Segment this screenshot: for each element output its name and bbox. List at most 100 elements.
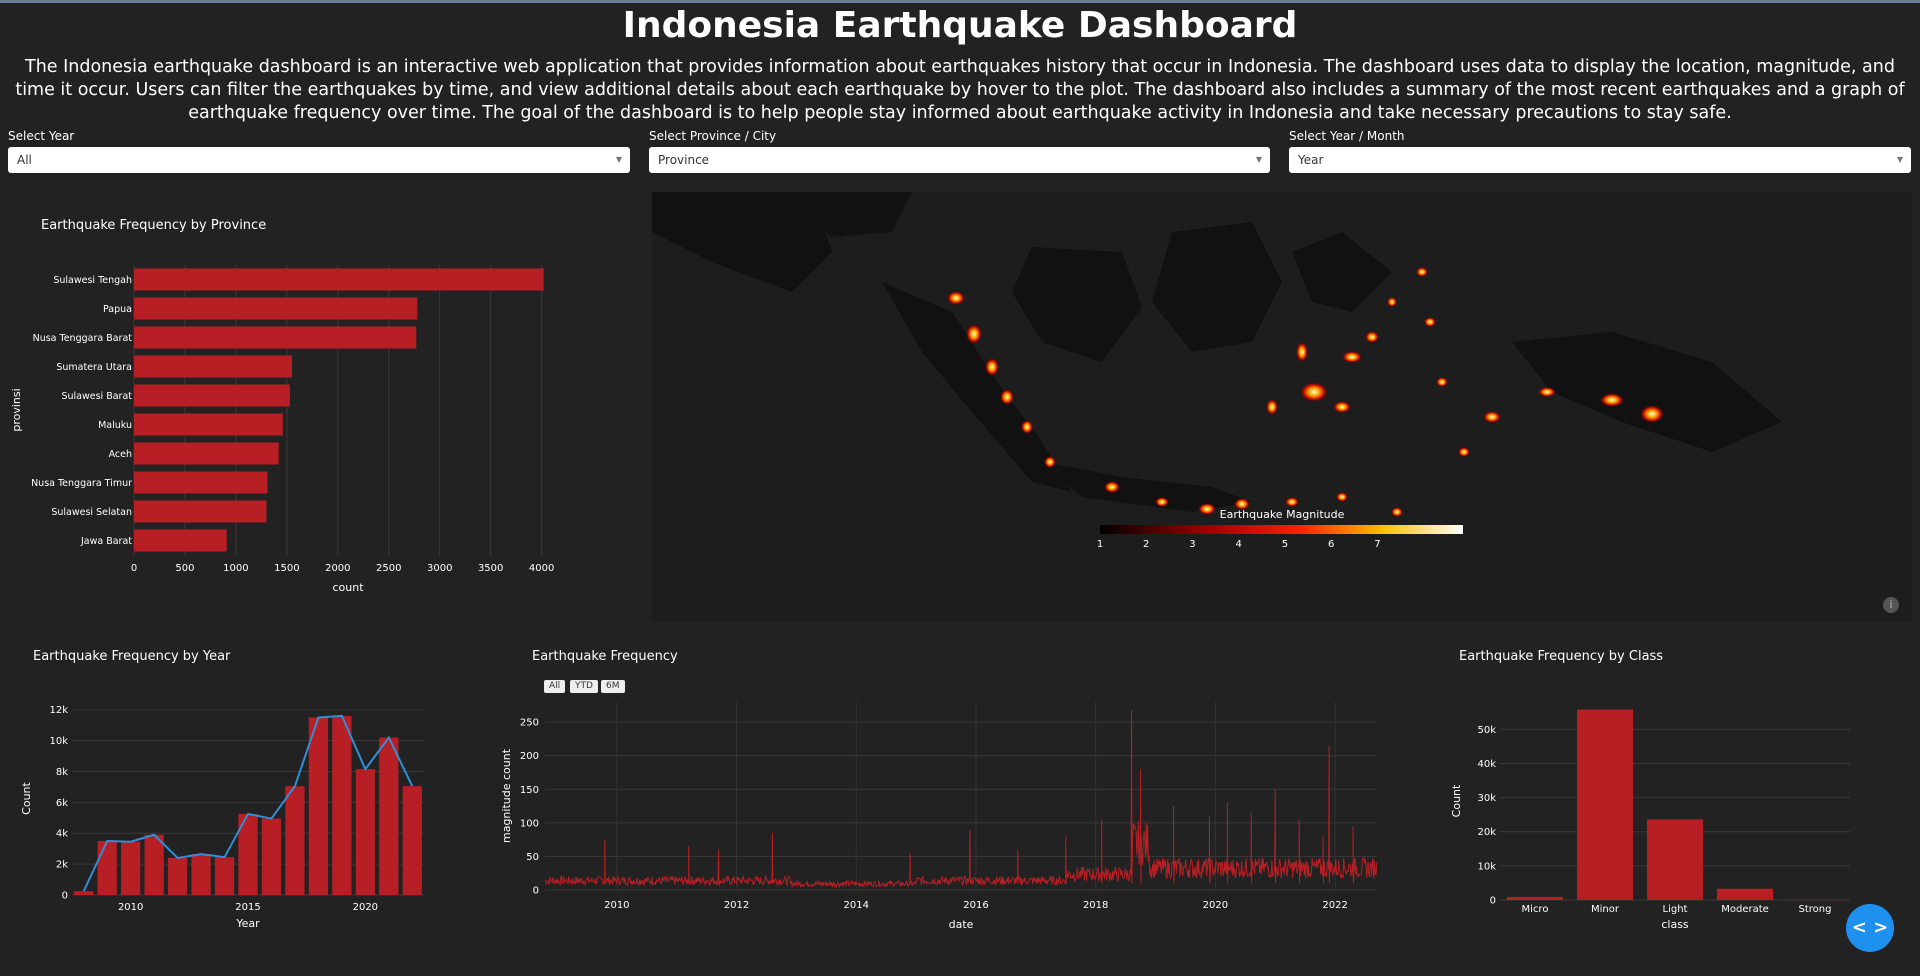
y-tick-label: 30k	[1477, 793, 1496, 804]
bar	[355, 769, 375, 895]
page-description: The Indonesia earthquake dashboard is an…	[15, 57, 1905, 123]
bar	[134, 326, 417, 349]
colorbar-tick-label: 1	[1097, 539, 1103, 550]
bar	[144, 834, 164, 895]
y-axis-label: provinsi	[10, 388, 23, 431]
y-tick-label: 20k	[1477, 827, 1496, 838]
y-tick-label: 100	[520, 818, 539, 829]
y-tick-label: 0	[1490, 896, 1496, 907]
colorbar-tick-label: 2	[1143, 539, 1149, 550]
bar	[121, 841, 141, 895]
y-tick-label: 0	[533, 886, 539, 897]
bar	[261, 818, 282, 895]
year-select[interactable]: All ▼	[8, 147, 630, 173]
code-icon: < >	[1851, 917, 1889, 938]
x-tick-label: 2015	[235, 902, 260, 913]
category-label: Light	[1663, 904, 1688, 915]
y-axis-label: magnitude count	[500, 748, 513, 843]
info-icon[interactable]: i	[1883, 597, 1899, 613]
y-tick-label: 10k	[1477, 861, 1496, 872]
year-bar-chart[interactable]: 0 2k 4k 6k 8k 10k 12k 2010 2015 2020 Year Count	[0, 680, 440, 940]
y-tick-label: 8k	[56, 767, 68, 778]
code-toggle-button[interactable]: < >	[1846, 904, 1894, 952]
category-label: Aceh	[109, 449, 132, 460]
bar	[285, 786, 305, 895]
chevron-down-icon: ▼	[1255, 155, 1262, 164]
bar	[134, 384, 290, 407]
y-tick-label: 250	[520, 718, 539, 729]
bar	[134, 500, 267, 523]
colorbar-tick-label: 5	[1282, 539, 1288, 550]
colorbar-tick-label: 6	[1328, 539, 1334, 550]
category-label: Minor	[1591, 904, 1620, 915]
y-tick-label: 50k	[1477, 725, 1496, 736]
y-tick-label: 150	[520, 785, 539, 796]
x-tick-label: 2014	[844, 900, 869, 911]
year-filter-label: Select Year	[8, 129, 75, 143]
x-tick-label: 3000	[427, 563, 452, 574]
class-chart-title: Earthquake Frequency by Class	[1459, 649, 1664, 664]
bar	[134, 529, 227, 552]
timeseries-chart-title: Earthquake Frequency	[532, 649, 678, 664]
colorbar-title: Earthquake Magnitude	[1220, 508, 1345, 521]
x-tick-label: 500	[175, 563, 194, 574]
x-tick-label: 2022	[1322, 900, 1347, 911]
bar	[97, 840, 117, 895]
x-tick-label: 4000	[529, 563, 554, 574]
province-bar-chart[interactable]: 0 500 1000 1500 2000 2500 3000 3500 4000 Sulawesi…	[0, 240, 640, 600]
bar	[308, 717, 329, 895]
bar	[402, 786, 422, 895]
x-axis-label: date	[949, 918, 974, 931]
category-label: Nusa Tenggara Barat	[33, 333, 133, 344]
y-tick-label: 200	[520, 751, 539, 762]
x-tick-label: 2020	[353, 902, 378, 913]
period-select[interactable]: Year ▼	[1289, 147, 1911, 173]
x-tick-label: 2010	[118, 902, 143, 913]
bar	[134, 268, 544, 291]
province-select-value: Province	[658, 153, 710, 167]
category-label: Micro	[1522, 904, 1549, 915]
y-tick-label: 4k	[56, 829, 68, 840]
x-axis-label: count	[332, 581, 364, 594]
timeseries-line-chart[interactable]: 0 50 100 150 200 250 2010 2012 2014 2016 2018 2020 2…	[480, 690, 1380, 940]
category-label: Sulawesi Tengah	[53, 275, 132, 286]
category-label: Nusa Tenggara Timur	[31, 478, 132, 489]
category-label: Sumatera Utara	[56, 362, 132, 373]
x-tick-label: 2020	[1203, 900, 1228, 911]
y-tick-label: 50	[526, 852, 539, 863]
earthquake-heatmap[interactable]: Earthquake Magnitude 1 2 3 4 5 6 7 i	[652, 192, 1912, 622]
x-tick-label: 0	[131, 563, 137, 574]
year-select-value: All	[17, 153, 32, 167]
colorbar-ticks: 1 2 3 4 5 6 7	[1097, 539, 1381, 550]
x-tick-label: 1000	[223, 563, 248, 574]
page-title: Indonesia Earthquake Dashboard	[622, 5, 1298, 46]
category-label: Sulawesi Selatan	[51, 507, 132, 518]
bar	[134, 442, 279, 465]
class-bar-chart[interactable]: 0 10k 20k 30k 40k 50k Micro Minor Light Moderate S…	[1430, 680, 1860, 940]
x-tick-label: 2012	[724, 900, 749, 911]
y-axis-label: Count	[20, 781, 33, 814]
colorbar	[1100, 525, 1463, 534]
bar	[74, 891, 94, 895]
bar	[191, 854, 211, 895]
category-label: Strong	[1799, 904, 1832, 915]
landmasses	[652, 192, 1782, 512]
chevron-down-icon: ▼	[1896, 155, 1903, 164]
period-filter-label: Select Year / Month	[1289, 129, 1405, 143]
bar	[134, 413, 283, 436]
bar	[134, 297, 418, 320]
y-tick-label: 12k	[49, 705, 68, 716]
category-label: Moderate	[1721, 904, 1769, 915]
map-canvas: Earthquake Magnitude 1 2 3 4 5 6 7	[652, 192, 1782, 550]
bar	[1507, 896, 1563, 900]
colorbar-tick-label: 4	[1236, 539, 1242, 550]
bar	[134, 471, 268, 494]
x-axis-label: Year	[235, 917, 260, 930]
bar	[1577, 709, 1633, 900]
chevron-down-icon: ▼	[615, 155, 622, 164]
x-axis-label: class	[1661, 918, 1689, 931]
bar	[214, 857, 235, 895]
year-chart-title: Earthquake Frequency by Year	[33, 649, 231, 664]
province-select[interactable]: Province ▼	[649, 147, 1270, 173]
x-tick-label: 3500	[478, 563, 503, 574]
